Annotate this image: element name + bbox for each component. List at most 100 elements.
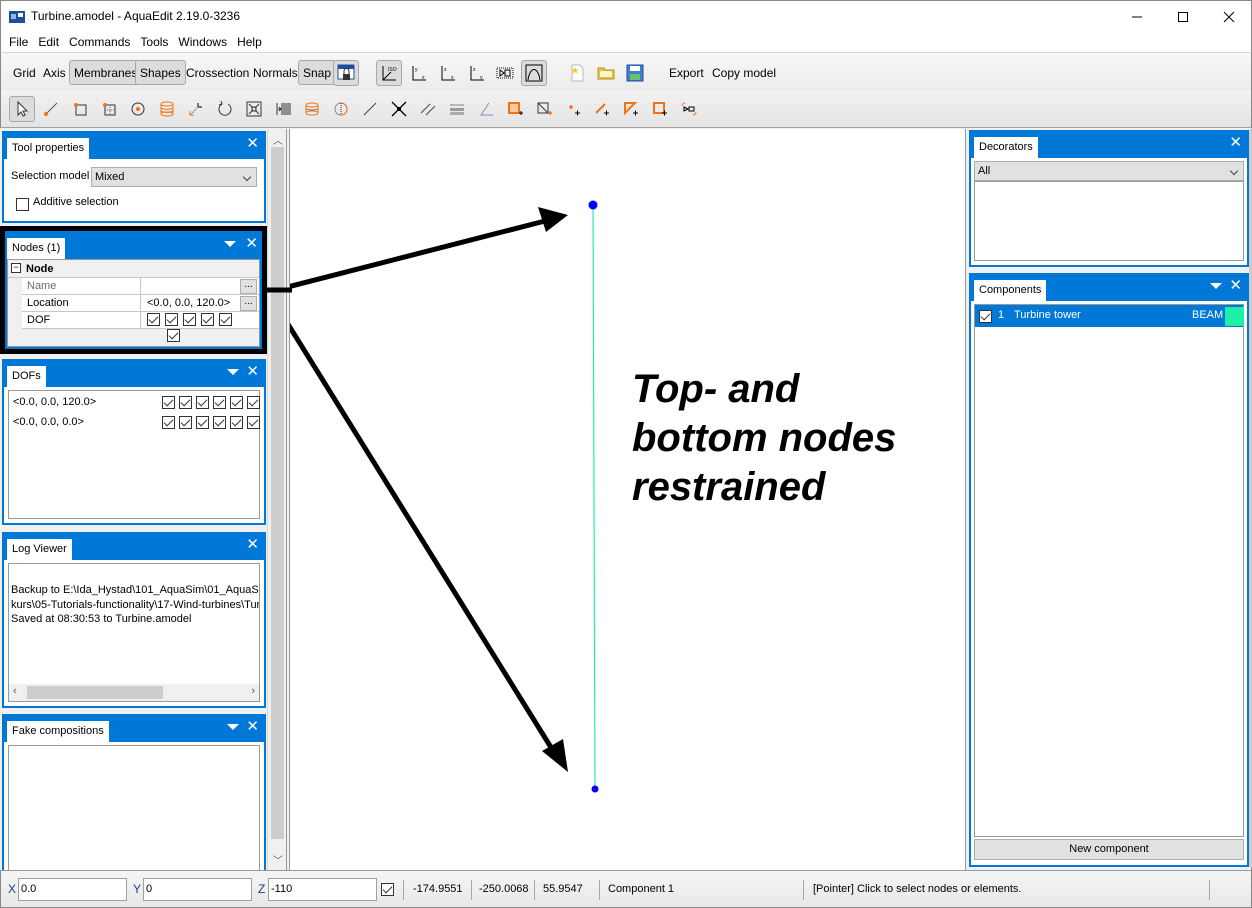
panel-menu-icon[interactable] bbox=[224, 241, 236, 247]
add-quad-tool-button[interactable] bbox=[647, 96, 673, 122]
menu-edit[interactable]: Edit bbox=[33, 35, 64, 49]
xy-view-button[interactable]: yx bbox=[406, 60, 432, 86]
cylinder-outline-tool-button[interactable] bbox=[299, 96, 325, 122]
scroll-thumb[interactable] bbox=[271, 147, 284, 839]
panel-menu-icon[interactable] bbox=[227, 724, 239, 730]
yz-view-button[interactable]: zy bbox=[464, 60, 490, 86]
property-row-dof[interactable]: DOF bbox=[22, 312, 259, 342]
decorators-tab[interactable]: Decorators bbox=[974, 137, 1038, 158]
ellipsis-button[interactable]: ... bbox=[240, 279, 257, 294]
panel-menu-icon[interactable] bbox=[227, 369, 239, 375]
scroll-thumb[interactable] bbox=[27, 686, 163, 699]
3d-viewport[interactable]: Top- and bottom nodes restrained bbox=[289, 129, 966, 870]
dof-checkbox[interactable] bbox=[162, 396, 175, 410]
add-diagonal-tool-button[interactable] bbox=[531, 96, 557, 122]
collapse-icon[interactable]: − bbox=[11, 263, 21, 273]
scroll-left-icon[interactable]: ‹ bbox=[13, 685, 17, 697]
dof-checkbox[interactable] bbox=[162, 416, 175, 430]
property-row-location[interactable]: Location <0.0, 0.0, 120.0> ... bbox=[22, 295, 259, 312]
property-group-node[interactable]: − Node bbox=[8, 260, 259, 278]
z-coordinate-input[interactable]: -110 bbox=[268, 878, 377, 901]
export-button[interactable]: Export bbox=[664, 60, 709, 85]
open-folder-button[interactable] bbox=[593, 60, 619, 86]
panel-menu-icon[interactable] bbox=[1210, 283, 1222, 289]
close-button[interactable] bbox=[1206, 1, 1252, 32]
log-viewer-tab[interactable]: Log Viewer bbox=[7, 539, 72, 560]
decorators-filter-select[interactable]: All bbox=[974, 161, 1244, 181]
dof-checkbox[interactable] bbox=[230, 396, 243, 410]
perspective-button[interactable] bbox=[521, 60, 547, 86]
dof-checkbox[interactable] bbox=[147, 312, 160, 326]
fit-selection-button[interactable] bbox=[492, 60, 518, 86]
circle-node-tool-button[interactable] bbox=[125, 96, 151, 122]
grid-node-tool-button[interactable] bbox=[96, 96, 122, 122]
dof-checkbox[interactable] bbox=[230, 416, 243, 430]
line-tool-button[interactable] bbox=[357, 96, 383, 122]
dof-checkbox[interactable] bbox=[179, 416, 192, 430]
dofs-tab[interactable]: DOFs bbox=[7, 366, 46, 387]
beam-element[interactable] bbox=[592, 204, 596, 790]
dof-row[interactable]: <0.0, 0.0, 120.0> bbox=[9, 393, 260, 412]
y-coordinate-input[interactable]: 0 bbox=[143, 878, 252, 901]
dof-checkbox[interactable] bbox=[247, 396, 260, 410]
close-icon[interactable]: ✕ bbox=[246, 136, 259, 151]
membranes-toggle[interactable]: Membranes bbox=[69, 60, 143, 85]
add-triangle-tool-button[interactable] bbox=[618, 96, 644, 122]
dof-checkbox[interactable] bbox=[201, 312, 215, 326]
cylinder-tool-button[interactable] bbox=[154, 96, 180, 122]
copy-model-button[interactable]: Copy model bbox=[707, 60, 781, 85]
dof-checkbox[interactable] bbox=[196, 416, 209, 430]
lock-coordinates-checkbox[interactable] bbox=[381, 883, 394, 897]
ellipsis-button[interactable]: ... bbox=[240, 296, 257, 311]
parallel-tool-button[interactable] bbox=[415, 96, 441, 122]
additive-selection-checkbox[interactable] bbox=[16, 198, 29, 212]
dof-checkbox[interactable] bbox=[165, 312, 179, 326]
save-button[interactable] bbox=[622, 60, 648, 86]
menu-help[interactable]: Help bbox=[232, 35, 267, 49]
close-icon[interactable]: ✕ bbox=[246, 364, 259, 379]
dof-checkbox[interactable] bbox=[196, 396, 209, 410]
fake-compositions-tab[interactable]: Fake compositions bbox=[7, 721, 109, 742]
rectangle-node-tool-button[interactable] bbox=[67, 96, 93, 122]
sphere-tool-button[interactable] bbox=[328, 96, 354, 122]
normals-toggle[interactable]: Normals bbox=[248, 60, 303, 85]
scroll-right-icon[interactable]: › bbox=[251, 685, 255, 697]
move-tool-button[interactable] bbox=[183, 96, 209, 122]
left-dock-scrollbar[interactable]: ︿ ﹀ bbox=[267, 129, 287, 870]
minimize-button[interactable] bbox=[1114, 1, 1160, 32]
add-membrane-tool-button[interactable] bbox=[502, 96, 528, 122]
pointer-tool-button[interactable] bbox=[9, 96, 35, 122]
new-file-button[interactable] bbox=[564, 60, 590, 86]
add-line-tool-button[interactable] bbox=[589, 96, 615, 122]
components-tab[interactable]: Components bbox=[974, 280, 1047, 301]
array-tool-button[interactable] bbox=[270, 96, 296, 122]
top-node[interactable] bbox=[588, 200, 598, 210]
log-text-area[interactable]: Backup to E:\Ida_Hystad\101_AquaSim\01_A… bbox=[8, 563, 260, 702]
component-visible-checkbox[interactable] bbox=[979, 310, 992, 324]
dof-checkbox[interactable] bbox=[179, 396, 192, 410]
close-icon[interactable]: ✕ bbox=[245, 236, 258, 251]
snap-toggle[interactable]: Snap bbox=[298, 60, 337, 85]
new-component-button[interactable]: New component bbox=[974, 839, 1244, 860]
intersect-tool-button[interactable] bbox=[386, 96, 412, 122]
dof-checkbox[interactable] bbox=[247, 416, 260, 430]
xz-view-button[interactable]: zx bbox=[435, 60, 461, 86]
component-color-swatch[interactable] bbox=[1225, 307, 1244, 326]
nodes-tab[interactable]: Nodes (1) bbox=[7, 238, 66, 259]
property-row-name[interactable]: Name ... bbox=[22, 278, 259, 295]
grid-toggle[interactable]: Grid bbox=[8, 60, 41, 85]
close-icon[interactable]: ✕ bbox=[1229, 278, 1242, 293]
select-region-tool-button[interactable] bbox=[676, 96, 702, 122]
close-icon[interactable]: ✕ bbox=[246, 537, 259, 552]
log-horizontal-scrollbar[interactable]: ‹ › bbox=[9, 684, 259, 701]
bottom-node[interactable] bbox=[591, 785, 599, 793]
axis-toggle[interactable]: Axis bbox=[38, 60, 71, 85]
menu-commands[interactable]: Commands bbox=[64, 35, 135, 49]
x-coordinate-input[interactable]: 0.0 bbox=[18, 878, 127, 901]
tool-properties-tab[interactable]: Tool properties bbox=[7, 138, 90, 159]
close-icon[interactable]: ✕ bbox=[246, 719, 259, 734]
selection-model-select[interactable]: Mixed bbox=[91, 167, 257, 187]
angle-tool-button[interactable] bbox=[473, 96, 499, 122]
add-node-tool-button[interactable] bbox=[560, 96, 586, 122]
menu-windows[interactable]: Windows bbox=[173, 35, 232, 49]
